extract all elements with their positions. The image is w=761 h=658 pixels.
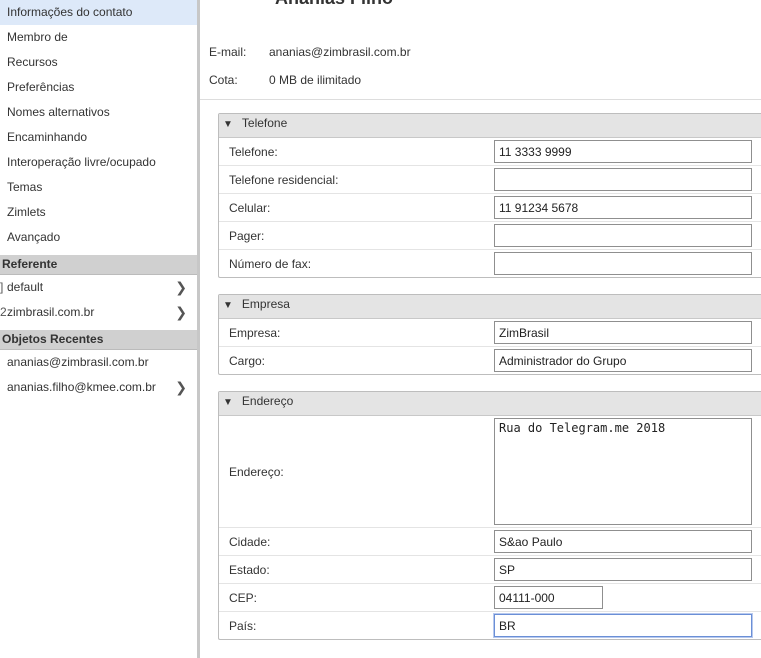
list-item-label: zimbrasil.com.br	[7, 305, 95, 319]
sidebar: Informações do contato Membro de Recurso…	[0, 0, 200, 658]
country-field[interactable]: BR	[494, 614, 752, 637]
list-item-label: ananias@zimbrasil.com.br	[7, 355, 149, 369]
referente-item-default[interactable]: ] default ❯	[0, 275, 197, 300]
group-header-endereco[interactable]: ▼ Endereço	[219, 392, 761, 416]
form-row: Celular: 11 91234 5678	[219, 194, 761, 222]
home-phone-field[interactable]	[494, 168, 752, 191]
field-label: Número de fax:	[229, 257, 312, 271]
form-row: Estado: SP	[219, 556, 761, 584]
group-empresa: ▼ Empresa Empresa: ZimBrasil Cargo: Admin…	[218, 294, 761, 375]
pager-field[interactable]	[494, 224, 752, 247]
form-row: Telefone: 11 3333 9999	[219, 138, 761, 166]
nav-advanced[interactable]: Avançado	[0, 225, 197, 250]
email-value: ananias@zimbrasil.com.br	[269, 45, 411, 59]
field-label: CEP:	[229, 591, 258, 605]
group-header-empresa[interactable]: ▼ Empresa	[219, 295, 761, 319]
email-label: E-mail:	[209, 45, 247, 59]
nav-themes[interactable]: Temas	[0, 175, 197, 200]
field-label: Cargo:	[229, 354, 266, 368]
edge-glyph: 2	[0, 305, 7, 319]
triangle-down-icon[interactable]: ▼	[223, 300, 233, 311]
field-label: Empresa:	[229, 326, 281, 340]
quota-value: 0 MB de ilimitado	[269, 73, 362, 87]
group-header-telefone[interactable]: ▼ Telefone	[219, 114, 761, 138]
group-title: Endereço	[241, 394, 294, 408]
city-field[interactable]: S&ao Paulo	[494, 530, 752, 553]
chevron-right-icon[interactable]: ❯	[175, 300, 187, 325]
address-textarea[interactable]: Rua do Telegram.me 2018	[494, 418, 752, 525]
nav-aliases[interactable]: Nomes alternativos	[0, 100, 197, 125]
chevron-right-icon[interactable]: ❯	[175, 375, 187, 400]
nav-preferences[interactable]: Preferências	[0, 75, 197, 100]
nav-features[interactable]: Recursos	[0, 50, 197, 75]
list-item-label: ananias.filho@kmee.com.br	[7, 380, 156, 394]
triangle-down-icon[interactable]: ▼	[223, 397, 233, 408]
field-label: Estado:	[229, 563, 270, 577]
recent-item[interactable]: ananias.filho@kmee.com.br ❯	[0, 375, 197, 400]
field-label: Pager:	[229, 229, 265, 243]
form-row: Cidade: S&ao Paulo	[219, 528, 761, 556]
nav-member-of[interactable]: Membro de	[0, 25, 197, 50]
form-row: País: BR	[219, 612, 761, 639]
email-info: E-mail: ananias@zimbrasil.com.br	[209, 45, 411, 59]
referente-item-domain[interactable]: 2 zimbrasil.com.br ❯	[0, 300, 197, 325]
form-row: Empresa: ZimBrasil	[219, 319, 761, 347]
group-title: Empresa	[241, 297, 290, 311]
page-title: Ananias Filho	[275, 0, 393, 9]
group-endereco: ▼ Endereço Endereço: Rua do Telegram.me 2…	[218, 391, 761, 640]
fax-field[interactable]	[494, 252, 752, 275]
phone-field[interactable]: 11 3333 9999	[494, 140, 752, 163]
nav-zimlets[interactable]: Zimlets	[0, 200, 197, 225]
edge-glyph: ]	[0, 280, 4, 294]
field-label: País:	[229, 619, 257, 633]
divider	[200, 99, 761, 100]
state-field[interactable]: SP	[494, 558, 752, 581]
nav-forwarding[interactable]: Encaminhando	[0, 125, 197, 150]
section-header-referente: Referente	[0, 255, 197, 275]
group-telefone: ▼ Telefone Telefone: 11 3333 9999 Telefon…	[218, 113, 761, 278]
form-row: Endereço: Rua do Telegram.me 2018	[219, 416, 761, 528]
group-title: Telefone	[241, 116, 288, 130]
field-label: Celular:	[229, 201, 271, 215]
field-label: Cidade:	[229, 535, 271, 549]
triangle-down-icon[interactable]: ▼	[223, 119, 233, 130]
quota-info: Cota: 0 MB de ilimitado	[209, 73, 361, 87]
nav-freebusy[interactable]: Interoperação livre/ocupado	[0, 150, 197, 175]
form-row: Pager:	[219, 222, 761, 250]
form-row: Cargo: Administrador do Grupo	[219, 347, 761, 374]
company-field[interactable]: ZimBrasil	[494, 321, 752, 344]
list-item-label: default	[7, 280, 44, 294]
field-label: Telefone:	[229, 145, 278, 159]
mobile-field[interactable]: 11 91234 5678	[494, 196, 752, 219]
form-row: Telefone residencial:	[219, 166, 761, 194]
field-label: Endereço:	[229, 465, 284, 479]
title-field[interactable]: Administrador do Grupo	[494, 349, 752, 372]
section-header-recent: Objetos Recentes	[0, 330, 197, 350]
recent-item[interactable]: ananias@zimbrasil.com.br	[0, 350, 197, 375]
quota-label: Cota:	[209, 73, 238, 87]
main-panel: Ananias Filho E-mail: ananias@zimbrasil.c…	[200, 0, 761, 658]
form-row: CEP: 04111-000	[219, 584, 761, 612]
zip-field[interactable]: 04111-000	[494, 586, 603, 609]
chevron-right-icon[interactable]: ❯	[175, 275, 187, 300]
field-label: Telefone residencial:	[229, 173, 339, 187]
form-row: Número de fax:	[219, 250, 761, 277]
nav-contact-info[interactable]: Informações do contato	[0, 0, 197, 25]
